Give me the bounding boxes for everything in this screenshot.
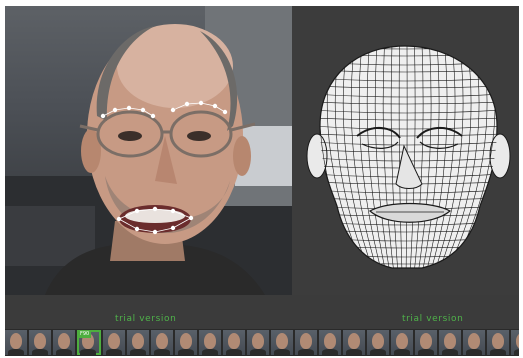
filmstrip-frame[interactable] xyxy=(295,330,317,355)
filmstrip-frame[interactable] xyxy=(463,330,485,355)
trial-label-left: trial version xyxy=(115,314,177,324)
filmstrip-frame[interactable] xyxy=(343,330,365,355)
trial-label-right: trial version xyxy=(402,314,464,324)
filmstrip-frame[interactable] xyxy=(53,330,75,355)
filmstrip-frame[interactable] xyxy=(271,330,293,355)
filmstrip-frame[interactable] xyxy=(439,330,461,355)
filmstrip-frame[interactable] xyxy=(487,330,509,355)
filmstrip-frame[interactable] xyxy=(29,330,51,355)
filmstrip-frame[interactable] xyxy=(223,330,245,355)
app-window: trial version trial version F90 xyxy=(5,6,519,356)
wireframe-head-model xyxy=(306,45,511,269)
video-frame-image xyxy=(5,6,292,295)
video-feed[interactable] xyxy=(5,6,292,295)
filmstrip-frame[interactable] xyxy=(511,330,519,355)
filmstrip-frame[interactable] xyxy=(415,330,437,355)
filmstrip-frame[interactable] xyxy=(127,330,149,355)
filmstrip-frame[interactable] xyxy=(151,330,173,355)
filmstrip-frame[interactable] xyxy=(5,330,27,355)
frame-number-tag: F90 xyxy=(78,330,92,338)
frame-filmstrip[interactable]: F90 xyxy=(5,329,519,356)
trial-watermark-bar: trial version trial version xyxy=(5,295,519,329)
3d-model-viewport[interactable] xyxy=(292,6,519,295)
filmstrip-frame[interactable] xyxy=(103,330,125,355)
filmstrip-frame[interactable] xyxy=(199,330,221,355)
filmstrip-frame[interactable] xyxy=(175,330,197,355)
filmstrip-frame[interactable] xyxy=(247,330,269,355)
filmstrip-frame[interactable] xyxy=(391,330,413,355)
filmstrip-frame-selected[interactable]: F90 xyxy=(77,330,101,355)
filmstrip-frame[interactable] xyxy=(319,330,341,355)
filmstrip-frame[interactable] xyxy=(367,330,389,355)
